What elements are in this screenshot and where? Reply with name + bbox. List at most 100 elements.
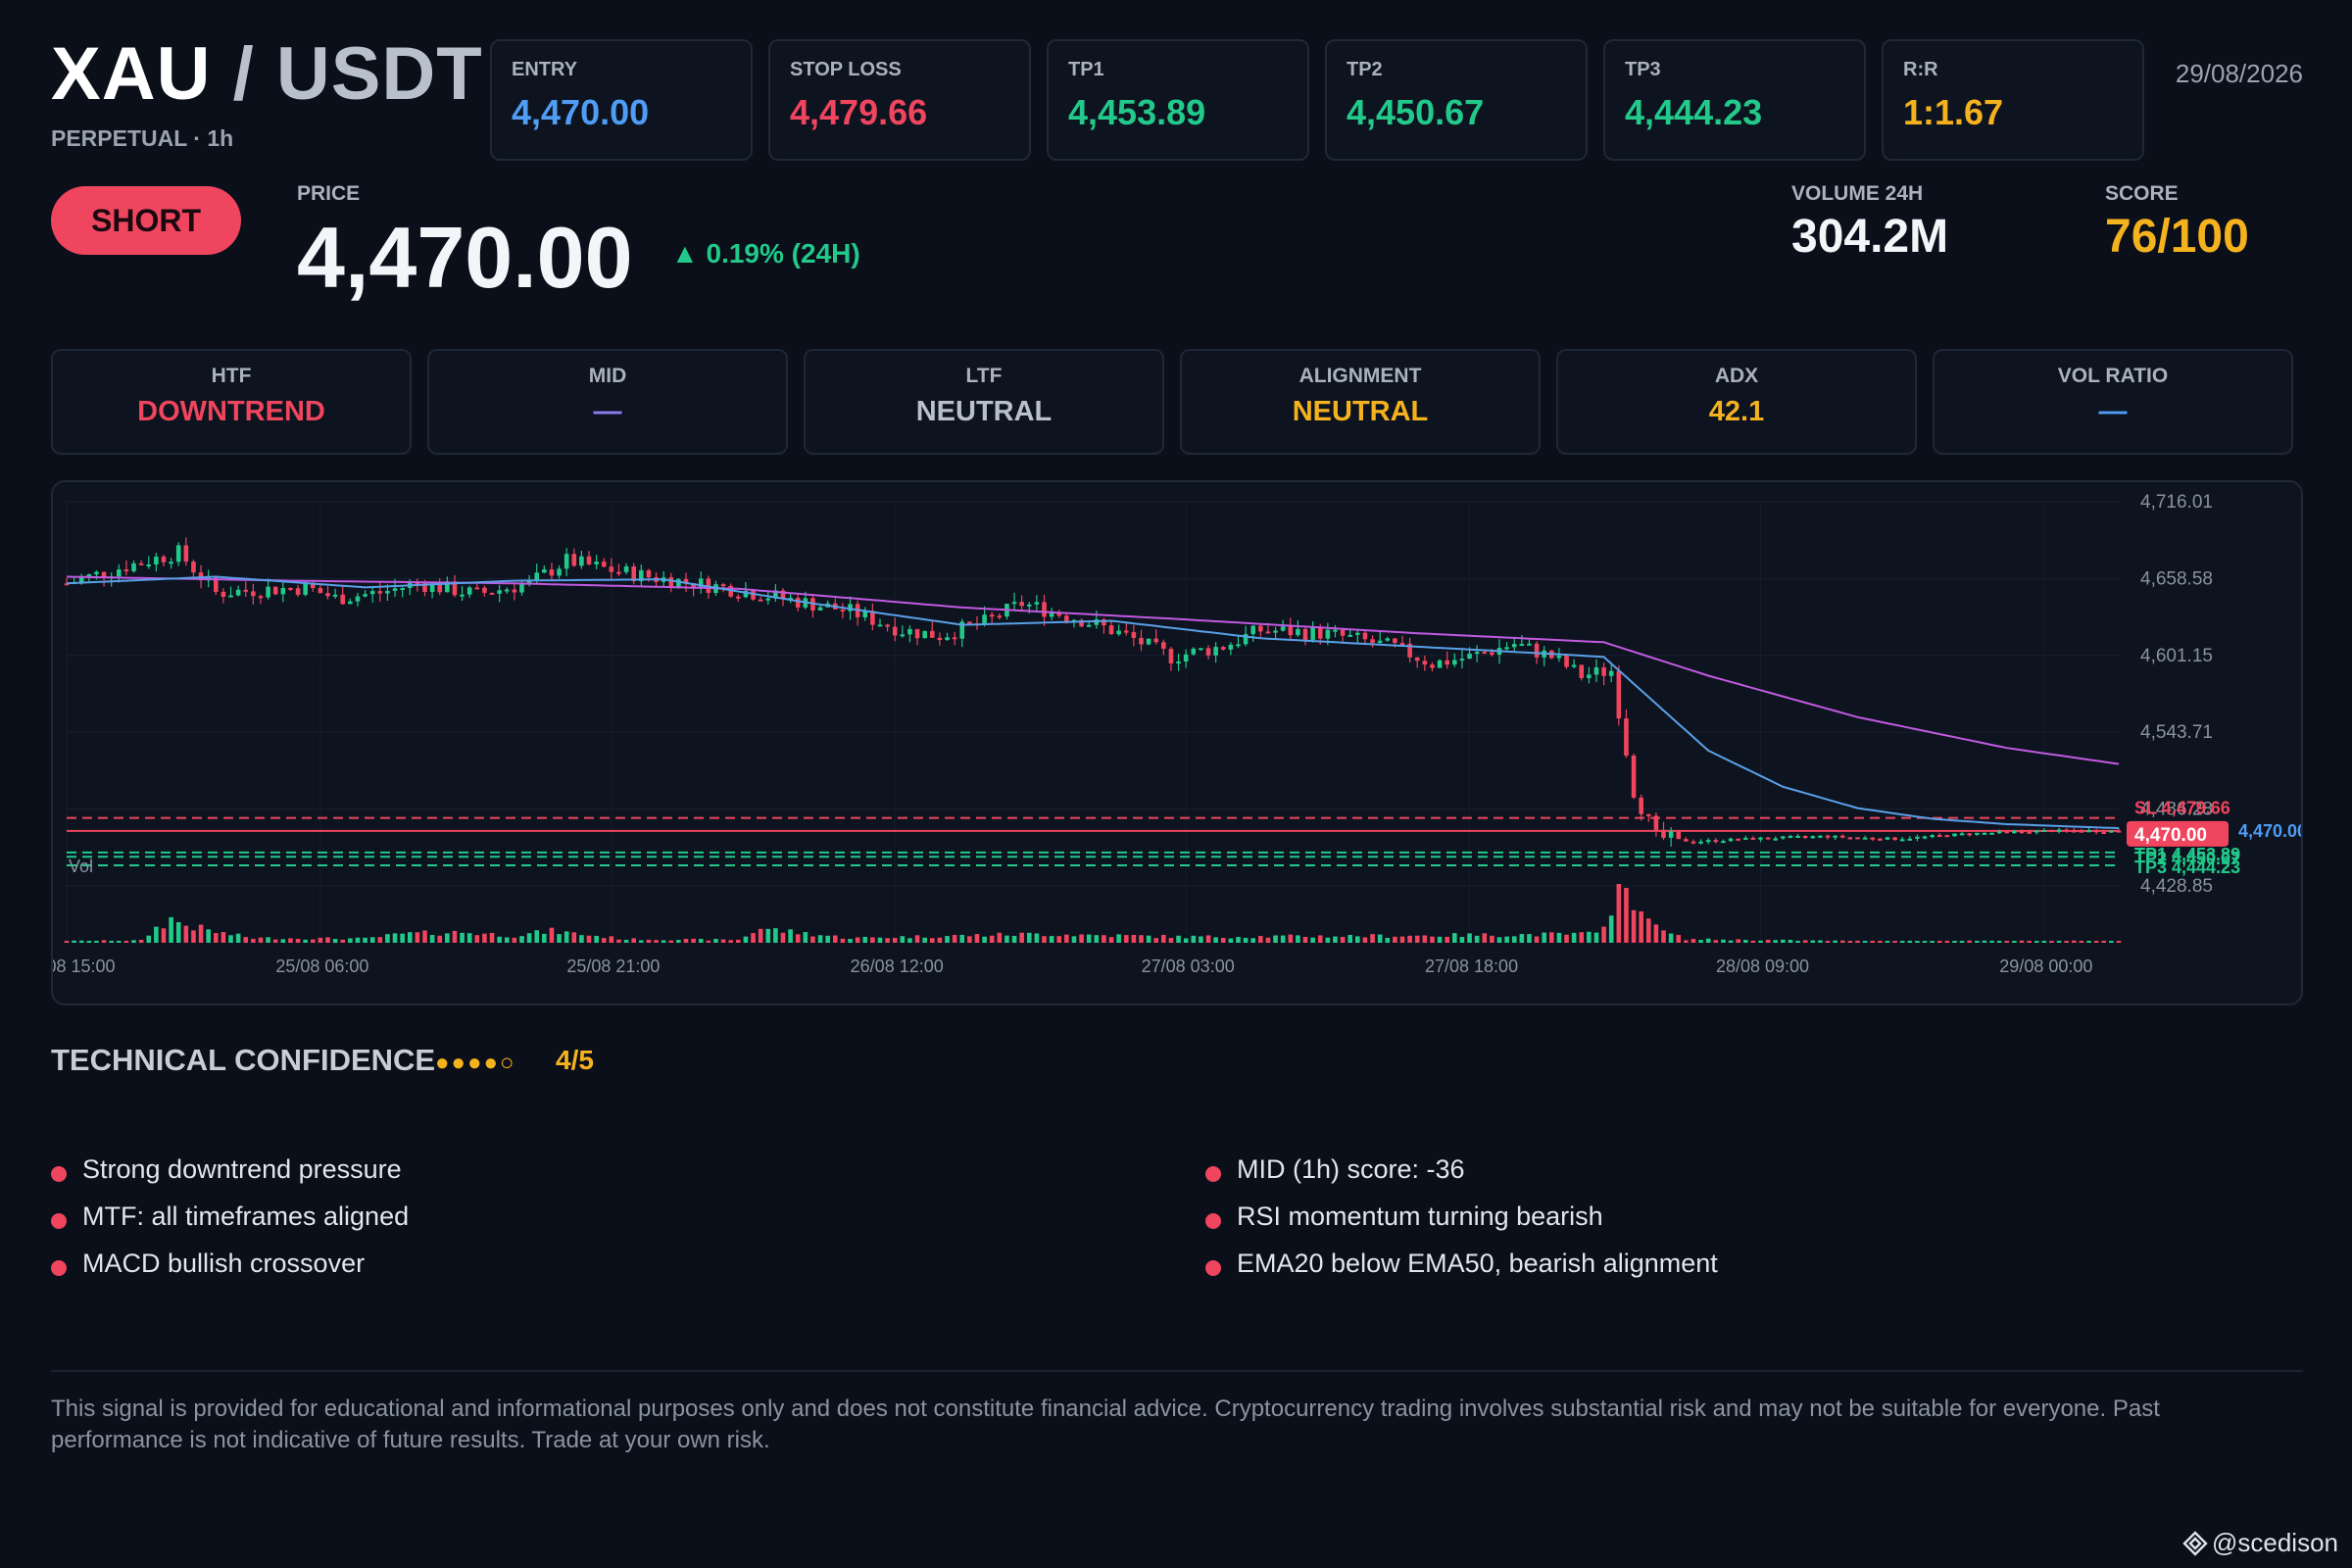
candle-body [2072,830,2077,833]
volume-bar [220,932,226,943]
candle-body [1236,644,1241,647]
entry-side-label: 4,470.00 [2238,821,2301,841]
volume-bar [2056,940,2062,943]
candle-body [1131,632,1137,638]
volume-bar [1496,937,1502,943]
quote-asset: USDT [275,32,483,116]
candle-body [1750,837,1756,840]
volume-bar [1519,934,1525,943]
volume-bar [765,928,771,943]
candle-body [1511,644,1517,648]
volume-bar [1511,936,1517,943]
volume-bar [1183,938,1189,943]
volume-bar [445,933,450,943]
candle-body [765,598,771,601]
volume-bar [1004,935,1009,943]
candle-body [175,545,181,563]
candle-body [78,577,84,582]
volume-bar [1996,940,2002,943]
candle-body [1721,841,1726,844]
candle-body [1736,838,1740,841]
volume-bar [1146,935,1152,943]
candle-body [892,626,898,636]
candle-body [1064,615,1069,621]
candle-body [325,593,330,597]
candle-body [557,568,562,576]
volume-bar [900,936,906,943]
candle-body [280,587,286,595]
volume-bar [1818,940,1823,943]
candle-body [1265,631,1271,634]
volume-bar [138,939,144,943]
y-tick-label: 4,601.15 [2140,646,2213,666]
candle-body [1944,835,1950,838]
volume-bar [1026,932,1032,943]
candle-body [295,588,301,595]
volume-bar [1721,939,1726,943]
candle-body [1571,664,1577,667]
reason-item: RSI momentum turning bearish [1205,1201,2283,1249]
volume-bar [497,936,502,943]
candle-body [1862,837,1868,840]
watermark: @scedison [2182,1528,2338,1558]
candlestick-chart: 4,716.014,658.584,601.154,543.714,486.28… [53,492,2301,976]
volume-bar [2101,940,2107,943]
candle-body [1280,626,1286,631]
candle-body [1139,637,1144,645]
candle-body [460,594,465,597]
alignment-card: ALIGNMENT NEUTRAL [1180,349,1541,455]
candle-body [1847,837,1853,840]
volume-bar [1079,934,1084,943]
candle-body [1967,833,1973,836]
price-chart[interactable]: 4,716.01 4,658.58 4,601.15 4,543.71 4,486.28… [51,480,2303,1005]
candle-body [1213,647,1218,656]
volume-bar [2079,941,2084,943]
candle-body [1802,835,1808,838]
volume-bar [243,937,249,943]
candle-body [1870,837,1876,840]
candle-body [1362,632,1368,640]
volume-bar [929,938,935,943]
volume-bar [526,933,532,943]
candle-body [2027,831,2032,834]
volume-bar [131,940,136,943]
volume-bar [1608,915,1614,943]
risk-reward-value: 1:1.67 [1903,92,2004,132]
volume-bar [691,938,696,943]
volume-bar [1713,940,1719,943]
volume-bar [64,941,70,943]
candle-body [1878,838,1883,841]
volume-bar [482,933,487,943]
candle-body [1989,832,1994,835]
volume-bar [803,932,808,943]
volume-bar [1788,939,1793,943]
volume-bar [1758,940,1763,943]
x-tick-label: 25/08 06:00 [275,956,368,976]
volume-bar [303,939,308,943]
volume-bar [982,936,987,943]
candle-body [348,601,353,605]
volume-bar [549,927,555,943]
candle-body [1228,644,1234,650]
candle-body [1288,626,1294,636]
stop-loss-label: STOP LOSS [790,59,902,80]
adx-card: ADX 42.1 [1556,349,1917,455]
candle-body [303,582,308,595]
candle-body [1593,667,1599,675]
risk-reward-label: R:R [1903,59,1938,80]
candle-body [1504,647,1509,650]
candle-body [1631,756,1637,798]
candle-body [1676,831,1682,840]
volume-bar [183,925,189,943]
reason-text: Strong downtrend pressure [82,1154,402,1184]
volume-bar [870,937,875,943]
candle-body [1176,662,1181,664]
candle-body [131,563,136,571]
candle-body [1959,833,1965,836]
volume-bar [751,933,756,943]
candle-body [504,589,510,592]
candle-body [1519,644,1525,647]
volume-bar [1690,939,1696,943]
volume-bar [452,930,458,943]
volume-bar [2109,941,2114,943]
